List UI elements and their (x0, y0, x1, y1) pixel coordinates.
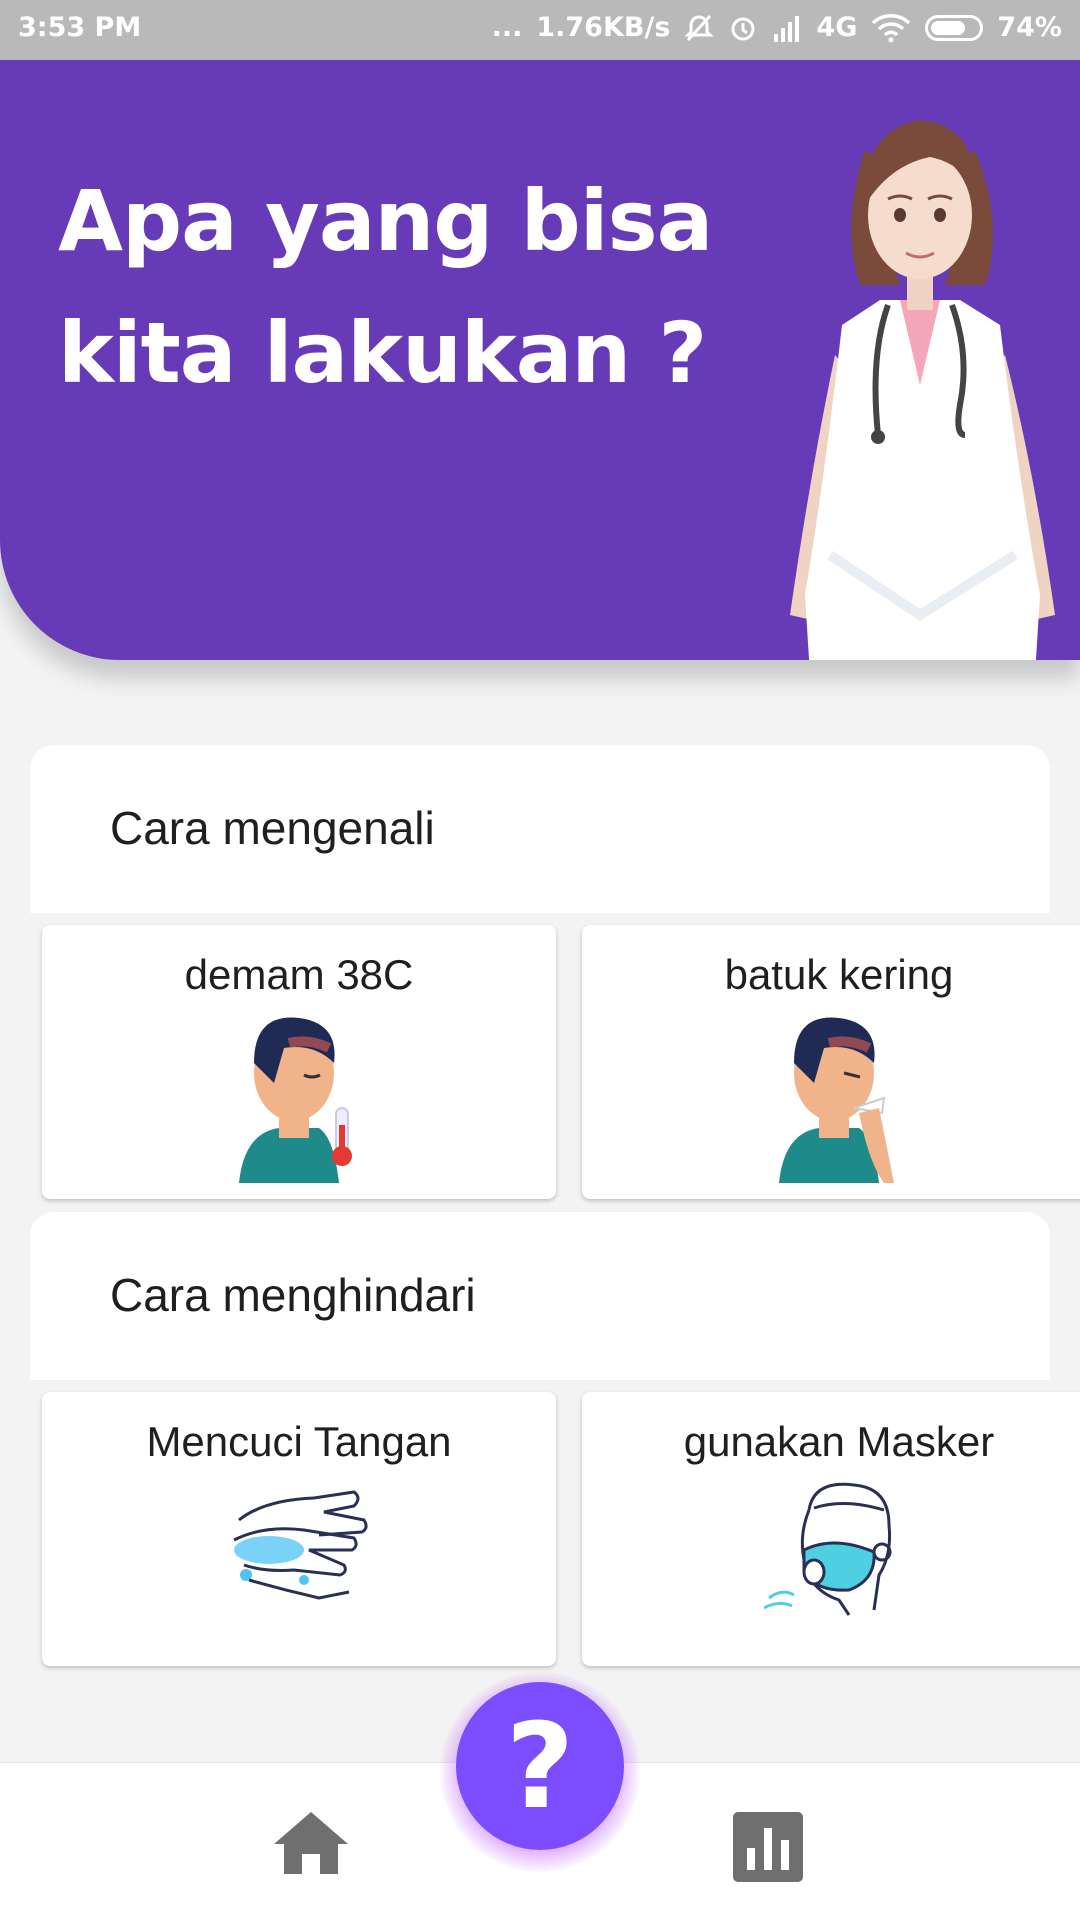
section-card-recognize: Cara mengenali (30, 745, 1050, 913)
hand-washing-icon (233, 1490, 368, 1600)
doctor-illustration (790, 120, 1055, 660)
alarm-icon (728, 13, 758, 43)
status-bar: 3:53 PM ... 1.76KB/s 4G 74% (0, 0, 1080, 60)
hero-header: Apa yang bisa kita lakukan ? (0, 60, 1080, 660)
nav-home-button[interactable] (272, 1810, 350, 1881)
tile-label: batuk kering (724, 951, 954, 998)
tile-fever[interactable]: demam 38C (42, 925, 556, 1199)
status-speed: 1.76KB/s (536, 12, 671, 43)
status-dots: ... (491, 12, 523, 43)
fever-person-icon (239, 1017, 352, 1183)
tile-label: Mencuci Tangan (146, 1418, 452, 1465)
tile-label: gunakan Masker (683, 1418, 995, 1465)
home-icon (274, 1812, 348, 1874)
hero-title-line1: Apa yang bisa (58, 172, 713, 270)
status-time: 3:53 PM (18, 12, 142, 43)
face-mask-icon (764, 1482, 892, 1616)
battery-icon (925, 14, 984, 41)
hero-title: Apa yang bisa kita lakukan ? (58, 155, 778, 419)
network-type: 4G (816, 12, 858, 43)
bar-chart-icon (733, 1812, 803, 1882)
help-fab-button[interactable]: ? (456, 1682, 624, 1850)
signal-icon (772, 14, 802, 42)
mute-icon (684, 13, 715, 43)
battery-percent: 74% (997, 12, 1062, 43)
tile-mask[interactable]: gunakan Masker (582, 1392, 1080, 1666)
section-title-prevent: Cara menghindari (110, 1269, 476, 1321)
wifi-icon (871, 13, 911, 43)
tile-label: demam 38C (184, 951, 414, 998)
section-title-recognize: Cara mengenali (110, 802, 435, 854)
hero-title-line2: kita lakukan ? (58, 304, 707, 402)
section-card-prevent: Cara menghindari (30, 1212, 1050, 1380)
tile-cough[interactable]: batuk kering (582, 925, 1080, 1199)
nav-stats-button[interactable] (733, 1812, 803, 1887)
coughing-person-icon (779, 1017, 894, 1183)
tile-handwash[interactable]: Mencuci Tangan (42, 1392, 556, 1666)
